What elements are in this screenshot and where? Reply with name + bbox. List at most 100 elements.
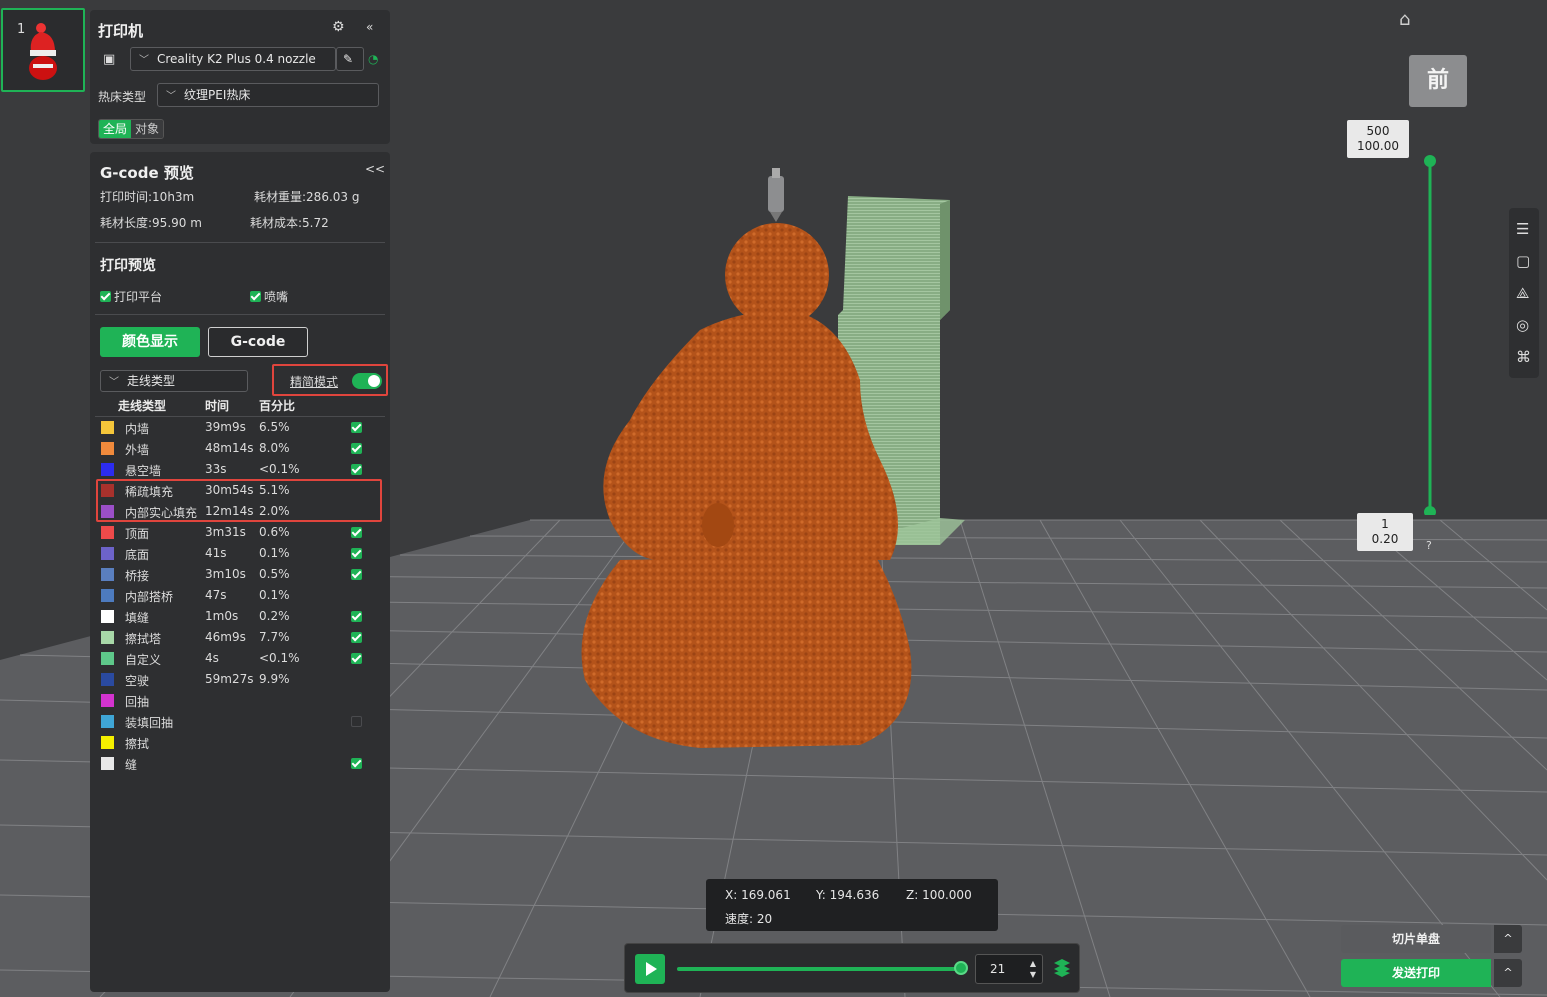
- printer-select[interactable]: ﹀ Creality K2 Plus 0.4 nozzle: [130, 47, 336, 71]
- visibility-checkbox[interactable]: [351, 653, 362, 664]
- visibility-checkbox[interactable]: [351, 716, 362, 727]
- layers-list-icon[interactable]: ☰: [1516, 220, 1529, 238]
- color-swatch: [101, 526, 114, 539]
- show-bed-label: 打印平台: [114, 290, 163, 304]
- coord-y: Y: 194.636: [816, 888, 880, 902]
- simple-mode-toggle[interactable]: [352, 373, 382, 389]
- home-icon[interactable]: ⌂: [1399, 9, 1410, 30]
- color-swatch: [101, 547, 114, 560]
- infill-highlight: [96, 479, 382, 522]
- feature-row[interactable]: 擦拭: [90, 732, 390, 753]
- help-icon[interactable]: ?: [1426, 539, 1432, 552]
- feature-time: 46m9s: [205, 630, 246, 644]
- filament-cost: 耗材成本:5.72: [250, 216, 329, 230]
- target-icon[interactable]: ◎: [1516, 316, 1529, 334]
- plate-preview-image: [29, 23, 57, 80]
- bottom-layer-height: 0.20: [1371, 532, 1399, 546]
- simple-mode-label: 精简模式: [290, 375, 339, 389]
- select-box-icon[interactable]: ▢: [1516, 252, 1530, 270]
- gcode-view-button[interactable]: G-code: [208, 327, 308, 357]
- measure-icon[interactable]: ⟁: [1516, 284, 1529, 302]
- feature-time: 4s: [205, 651, 219, 665]
- feature-time: 39m9s: [205, 420, 246, 434]
- visibility-checkbox[interactable]: [351, 611, 362, 622]
- play-button[interactable]: [635, 954, 665, 984]
- view-cube[interactable]: 前: [1409, 55, 1467, 107]
- feature-percent: <0.1%: [259, 462, 300, 476]
- feature-row[interactable]: 底面 41s 0.1%: [90, 543, 390, 564]
- slice-options-button[interactable]: ^: [1494, 925, 1522, 953]
- divider: [95, 314, 385, 315]
- slice-plate-button[interactable]: 切片单盘: [1341, 925, 1491, 953]
- feature-name: 内墙: [125, 422, 150, 436]
- feature-row[interactable]: 装填回抽: [90, 711, 390, 732]
- checkbox-icon: [100, 291, 111, 302]
- color-swatch: [101, 652, 114, 665]
- color-swatch: [101, 673, 114, 686]
- feature-row[interactable]: 空驶 59m27s 9.9%: [90, 669, 390, 690]
- color-swatch: [101, 589, 114, 602]
- color-swatch: [101, 421, 114, 434]
- coord-z: Z: 100.000: [906, 888, 972, 902]
- move-slider-handle[interactable]: [954, 961, 968, 975]
- feature-row[interactable]: 缝: [90, 753, 390, 774]
- feature-row[interactable]: 回抽: [90, 690, 390, 711]
- feature-row[interactable]: 擦拭塔 46m9s 7.7%: [90, 627, 390, 648]
- send-options-button[interactable]: ^: [1494, 959, 1522, 987]
- stepper-arrows-icon[interactable]: ▲ ▼: [1030, 958, 1036, 980]
- visibility-checkbox[interactable]: [351, 527, 362, 538]
- visibility-checkbox[interactable]: [351, 422, 362, 433]
- visibility-checkbox[interactable]: [351, 758, 362, 769]
- show-nozzle-checkbox[interactable]: 喷嘴: [250, 288, 288, 305]
- feature-row[interactable]: 桥接 3m10s 0.5%: [90, 564, 390, 585]
- plate-thumbnail[interactable]: 1: [1, 8, 85, 92]
- tab-object[interactable]: 对象: [131, 120, 164, 138]
- show-nozzle-label: 喷嘴: [264, 290, 289, 304]
- bed-type-select[interactable]: ﹀ 纹理PEI热床: [157, 83, 379, 107]
- feature-row[interactable]: 填缝 1m0s 0.2%: [90, 606, 390, 627]
- feature-name: 悬空墙: [125, 464, 162, 478]
- visibility-checkbox[interactable]: [351, 548, 362, 559]
- bottom-layer-number: 1: [1381, 517, 1389, 531]
- coord-x: X: 169.061: [725, 888, 791, 902]
- tab-global[interactable]: 全局: [99, 120, 132, 138]
- command-icon[interactable]: ⌘: [1516, 348, 1531, 366]
- collapse-icon[interactable]: <<: [365, 162, 385, 176]
- feature-time: 1m0s: [205, 609, 239, 623]
- top-layer-tag: 500 100.00: [1347, 120, 1409, 158]
- view-type-select[interactable]: ﹀ 走线类型: [100, 370, 248, 392]
- layer-slider[interactable]: [1420, 155, 1440, 515]
- visibility-checkbox[interactable]: [351, 443, 362, 454]
- feature-percent: 0.2%: [259, 609, 290, 623]
- visibility-checkbox[interactable]: [351, 569, 362, 580]
- move-value: 21: [990, 962, 1006, 976]
- feature-name: 桥接: [125, 569, 150, 583]
- color-display-button[interactable]: 颜色显示: [100, 327, 200, 357]
- filament-length: 耗材长度:95.90 m: [100, 216, 202, 230]
- move-stepper[interactable]: 21 ▲ ▼: [975, 954, 1043, 984]
- feature-row[interactable]: 自定义 4s <0.1%: [90, 648, 390, 669]
- feature-row[interactable]: 外墙 48m14s 8.0%: [90, 438, 390, 459]
- feature-percent: 7.7%: [259, 630, 290, 644]
- move-slider-track[interactable]: [677, 967, 961, 971]
- gcode-preview-panel: G-code 预览 << 打印时间:10h3m 耗材重量:286.03 g 耗材…: [90, 152, 390, 992]
- visibility-checkbox[interactable]: [351, 464, 362, 475]
- edit-printer-button[interactable]: ✎: [336, 47, 364, 71]
- feature-time: 41s: [205, 546, 227, 560]
- visibility-checkbox[interactable]: [351, 632, 362, 643]
- gear-icon[interactable]: ⚙: [332, 19, 345, 35]
- send-print-button[interactable]: 发送打印: [1341, 959, 1491, 987]
- color-swatch: [101, 736, 114, 749]
- show-bed-checkbox[interactable]: 打印平台: [100, 288, 162, 305]
- feature-row[interactable]: 内墙 39m9s 6.5%: [90, 417, 390, 438]
- chevron-down-icon: ﹀: [139, 55, 149, 66]
- filament-weight: 耗材重量:286.03 g: [254, 190, 360, 204]
- feature-row[interactable]: 内部搭桥 47s 0.1%: [90, 585, 390, 606]
- collapse-icon[interactable]: «: [366, 20, 373, 34]
- layers-icon[interactable]: [1053, 958, 1071, 978]
- feature-row[interactable]: 悬空墙 33s <0.1%: [90, 459, 390, 480]
- feature-percent: 6.5%: [259, 420, 290, 434]
- bed-type-label: 热床类型: [98, 90, 147, 104]
- feature-row[interactable]: 顶面 3m31s 0.6%: [90, 522, 390, 543]
- color-swatch: [101, 568, 114, 581]
